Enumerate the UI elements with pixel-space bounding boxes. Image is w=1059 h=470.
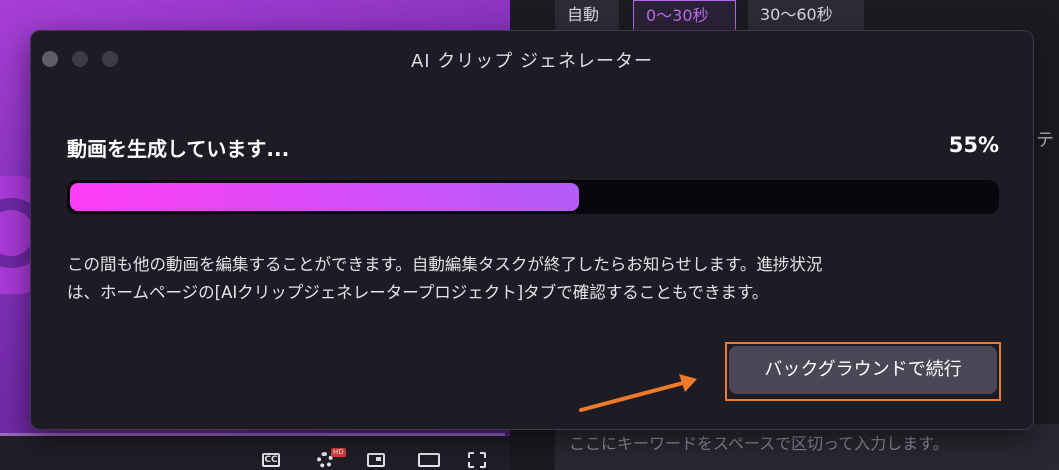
hd-badge: HD [331, 448, 346, 457]
dialog-title: AI クリップ ジェネレーター [410, 51, 654, 72]
generation-status-text: 動画を生成しています... [67, 137, 290, 161]
continue-in-background-button[interactable]: バックグラウンドで続行 [729, 346, 997, 394]
progress-percent: 55% [948, 133, 999, 157]
cc-label: CC [264, 455, 278, 465]
keyword-input[interactable]: ここにキーワードをスペースで区切って入力します。 [555, 424, 1059, 470]
info-message-line: は、ホームページの[AIクリップジェネレータープロジェクト]タブで確認することも… [67, 283, 769, 302]
annotation-arrow-icon [579, 374, 697, 412]
dialog-titlebar: AI クリップ ジェネレーター [31, 31, 1033, 87]
progress-bar-fill [70, 183, 580, 211]
info-message-line: この間も他の動画を編集することができます。自動編集タスクが終了したらお知らせしま… [67, 255, 823, 274]
ai-clip-generator-dialog: AI クリップ ジェネレーター 動画を生成しています... 55% この間も他の… [30, 30, 1034, 430]
panel-label-fragment: テ [1036, 130, 1054, 151]
fullscreen-icon[interactable] [468, 452, 486, 468]
theater-mode-icon[interactable] [418, 453, 440, 467]
picture-in-picture-icon[interactable] [367, 453, 385, 467]
info-message: この間も他の動画を編集することができます。自動編集タスクが終了したらお知らせしま… [67, 251, 1007, 307]
closed-captions-icon[interactable]: CC [262, 453, 280, 467]
progress-bar [67, 180, 999, 214]
